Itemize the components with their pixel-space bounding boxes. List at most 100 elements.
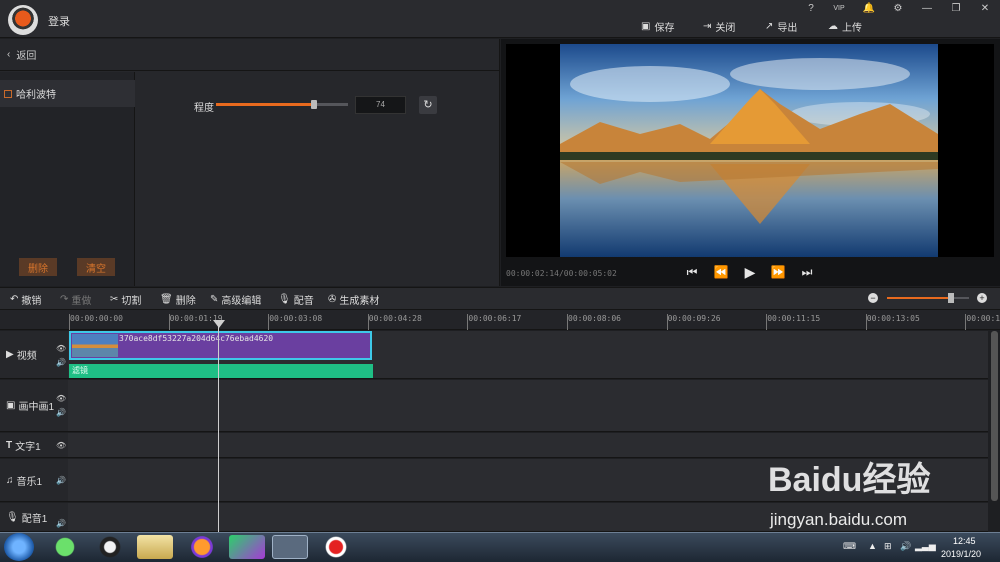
eye-icon[interactable]: 👁 xyxy=(56,394,66,403)
mic-icon: 🎙 xyxy=(278,294,291,305)
degree-slider-handle[interactable] xyxy=(310,100,317,109)
filter-clip[interactable]: 滤镜 xyxy=(69,364,373,378)
ruler-tick-label: 00:00:03:08 xyxy=(269,314,323,323)
help-icon[interactable]: ? xyxy=(800,2,822,16)
window-close-button[interactable]: ✕ xyxy=(974,2,996,16)
vip-icon[interactable]: VIP xyxy=(828,2,850,16)
play-icon[interactable]: ▶ xyxy=(742,264,758,280)
skip-end-icon[interactable]: ⏭ xyxy=(799,264,815,280)
export-icon: ↗ xyxy=(765,20,774,32)
ruler-tick-label: 00:00:00:00 xyxy=(70,314,123,323)
edit-toolbar xyxy=(0,287,1000,310)
undo-button[interactable]: ↶ 撤销 xyxy=(10,292,41,307)
filter-checkbox[interactable] xyxy=(4,89,12,98)
zoom-in-icon[interactable]: + xyxy=(977,293,987,303)
playhead[interactable] xyxy=(218,322,219,532)
eye-icon[interactable]: 👁 xyxy=(56,441,66,450)
undo-icon: ↶ xyxy=(10,294,19,305)
preview-timecode: 00:00:02:14/00:00:05:02 xyxy=(506,269,617,278)
zoom-slider-fill xyxy=(887,297,951,299)
delete-filter-button[interactable]: 删除 xyxy=(19,258,57,276)
mic-icon: 🎙 xyxy=(6,511,19,523)
video-clip[interactable]: 370ace8df53227a204d64c76ebad4620 xyxy=(69,331,372,360)
ruler-tick-label: 00:00:04:28 xyxy=(368,314,422,323)
degree-label: 程度 xyxy=(194,103,214,114)
folder-icon[interactable] xyxy=(137,535,173,559)
trash-icon: 🗑 xyxy=(160,294,173,305)
delete-button[interactable]: 🗑 删除 xyxy=(160,292,196,307)
bell-icon[interactable]: 🔔 xyxy=(858,2,880,16)
redo-button[interactable]: ↷ 重做 xyxy=(60,292,91,307)
advanced-edit-button[interactable]: ✎ 高级编辑 xyxy=(210,292,261,307)
ruler-tick-label: 00:00:13:05 xyxy=(866,314,920,323)
save-button[interactable]: ▣ 保存 xyxy=(641,19,674,34)
upload-icon: ☁ xyxy=(828,20,838,32)
step-back-icon[interactable]: ⏪ xyxy=(713,264,729,280)
step-forward-icon[interactable]: ⏩ xyxy=(770,264,786,280)
recorder-icon[interactable] xyxy=(318,535,354,559)
clock-time[interactable]: 12:45 xyxy=(953,536,976,546)
keyboard-icon[interactable]: ⌨ xyxy=(843,541,856,552)
media-player-icon[interactable] xyxy=(229,535,265,559)
scissors-icon: ✂ xyxy=(110,294,119,305)
ruler-tick-label: 00:00:09:26 xyxy=(667,314,721,323)
generate-material-button[interactable]: ✇ 生成素材 xyxy=(328,292,379,307)
start-button[interactable] xyxy=(4,533,34,561)
minimize-button[interactable]: — xyxy=(916,2,938,16)
pen-icon: ✎ xyxy=(210,294,219,305)
playhead-handle[interactable] xyxy=(213,320,225,328)
redo-icon: ↷ xyxy=(60,294,69,305)
close-project-button[interactable]: ⇥ 关闭 xyxy=(703,19,735,34)
ruler-tick-label: 00:00:14: xyxy=(966,314,1000,323)
timeline-scrollbar[interactable] xyxy=(991,331,998,501)
speaker-icon[interactable]: 🔊 xyxy=(56,408,66,417)
music-icon: ♫ xyxy=(6,474,14,486)
clock-date[interactable]: 2019/1/20 xyxy=(941,549,981,559)
network-icon[interactable]: ⊞ xyxy=(884,541,892,552)
clear-filter-button[interactable]: 清空 xyxy=(77,258,115,276)
skip-start-icon[interactable]: ⏮ xyxy=(684,264,700,280)
dub-button[interactable]: 🎙 配音 xyxy=(278,292,314,307)
watermark-url: jingyan.baidu.com xyxy=(770,510,908,529)
ruler-corner xyxy=(0,310,68,330)
split-button[interactable]: ✂ 切割 xyxy=(110,292,141,307)
clip-thumbnail xyxy=(72,334,118,357)
browser-icon[interactable] xyxy=(47,535,83,559)
track-lane-pip[interactable] xyxy=(68,380,988,432)
firefox-icon[interactable] xyxy=(184,535,220,559)
restore-button[interactable]: ❐ xyxy=(945,2,967,16)
speaker-icon[interactable]: 🔊 xyxy=(56,476,66,485)
zoom-slider[interactable] xyxy=(887,293,969,303)
login-link[interactable]: 登录 xyxy=(48,13,70,29)
zoom-out-icon[interactable]: − xyxy=(868,293,878,303)
export-button[interactable]: ↗ 导出 xyxy=(765,19,797,34)
chevron-left-icon: ‹ xyxy=(7,49,11,60)
watermark-logo: Baidu经验 xyxy=(768,461,931,499)
ruler-tick-label: 00:00:06:17 xyxy=(468,314,522,323)
track-header-pip: ▣ 画中画1 xyxy=(0,380,68,432)
clip-name: 370ace8df53227a204d64c76ebad4620 xyxy=(119,334,274,343)
video-editor-taskbar-icon[interactable] xyxy=(272,535,308,559)
back-button[interactable]: ‹ 返回 xyxy=(0,39,500,71)
reset-icon[interactable]: ↻ xyxy=(419,96,437,114)
degree-value-field[interactable]: 74 xyxy=(355,96,406,114)
volume-icon[interactable]: 🔊 xyxy=(900,541,911,552)
speaker-icon[interactable]: 🔊 xyxy=(56,358,66,367)
filter-item[interactable]: 哈利波特 xyxy=(0,80,135,107)
speaker-icon[interactable]: 🔊 xyxy=(56,519,66,528)
qq-icon[interactable] xyxy=(92,535,128,559)
track-header-video: ▶ 视频 xyxy=(0,331,68,379)
zoom-slider-handle[interactable] xyxy=(947,293,954,303)
ruler-tick-label: 00:00:11:15 xyxy=(767,314,821,323)
close-icon: ⇥ xyxy=(703,20,712,32)
save-icon: ▣ xyxy=(641,20,651,32)
signal-icon[interactable]: ▂▃▅ xyxy=(915,541,936,552)
tray-expand-icon[interactable]: ▲ xyxy=(868,541,877,551)
settings-icon[interactable]: ⚙ xyxy=(887,2,909,16)
ruler-tick-label: 00:00:08:06 xyxy=(568,314,621,323)
upload-button[interactable]: ☁ 上传 xyxy=(828,19,862,34)
eye-icon[interactable]: 👁 xyxy=(56,344,66,353)
preview-image xyxy=(560,44,938,257)
degree-slider[interactable] xyxy=(216,100,348,109)
text-icon: T xyxy=(6,439,13,451)
